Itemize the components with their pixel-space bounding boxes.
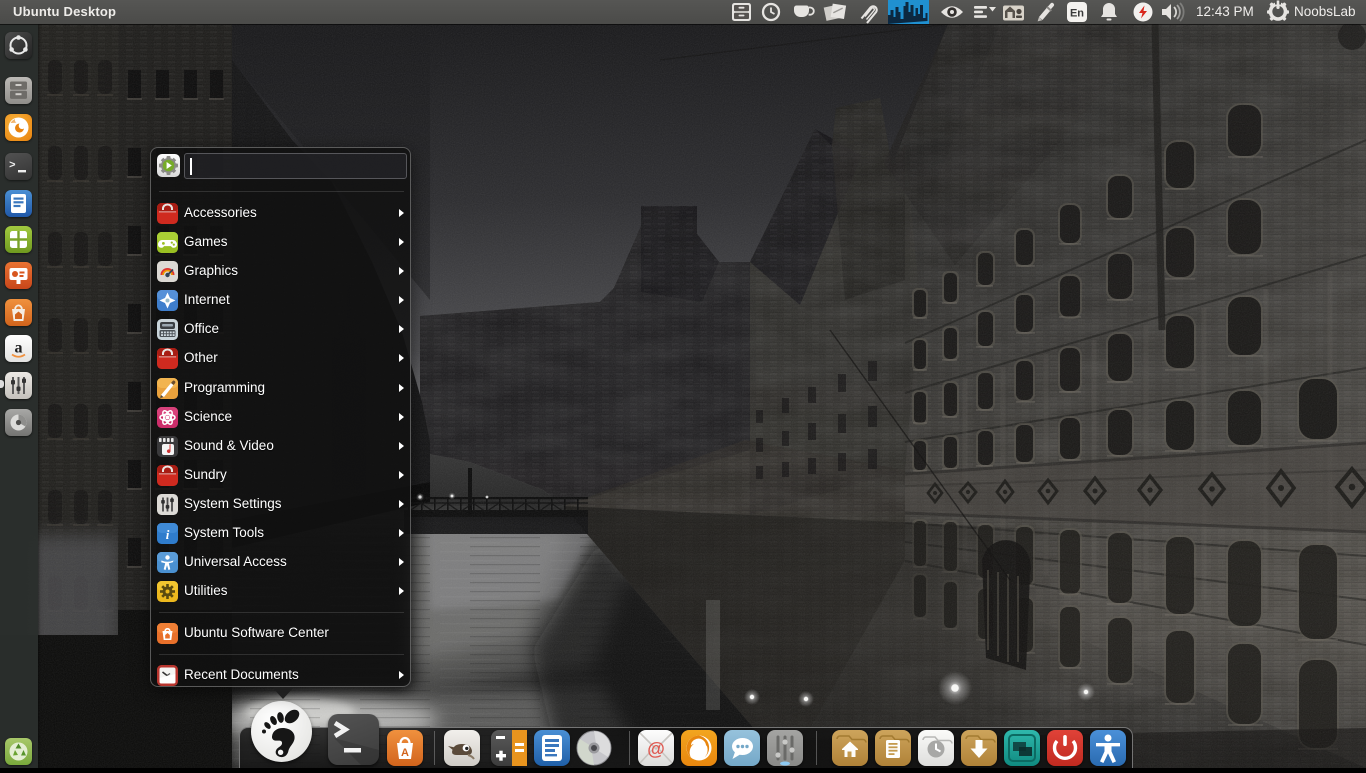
svg-text:En: En [1070,8,1084,20]
svg-text:A: A [401,747,409,759]
svg-text:>: > [9,160,16,172]
svg-text:i: i [166,527,170,542]
svg-text:a: a [15,340,23,357]
svg-text:@: @ [647,739,665,759]
